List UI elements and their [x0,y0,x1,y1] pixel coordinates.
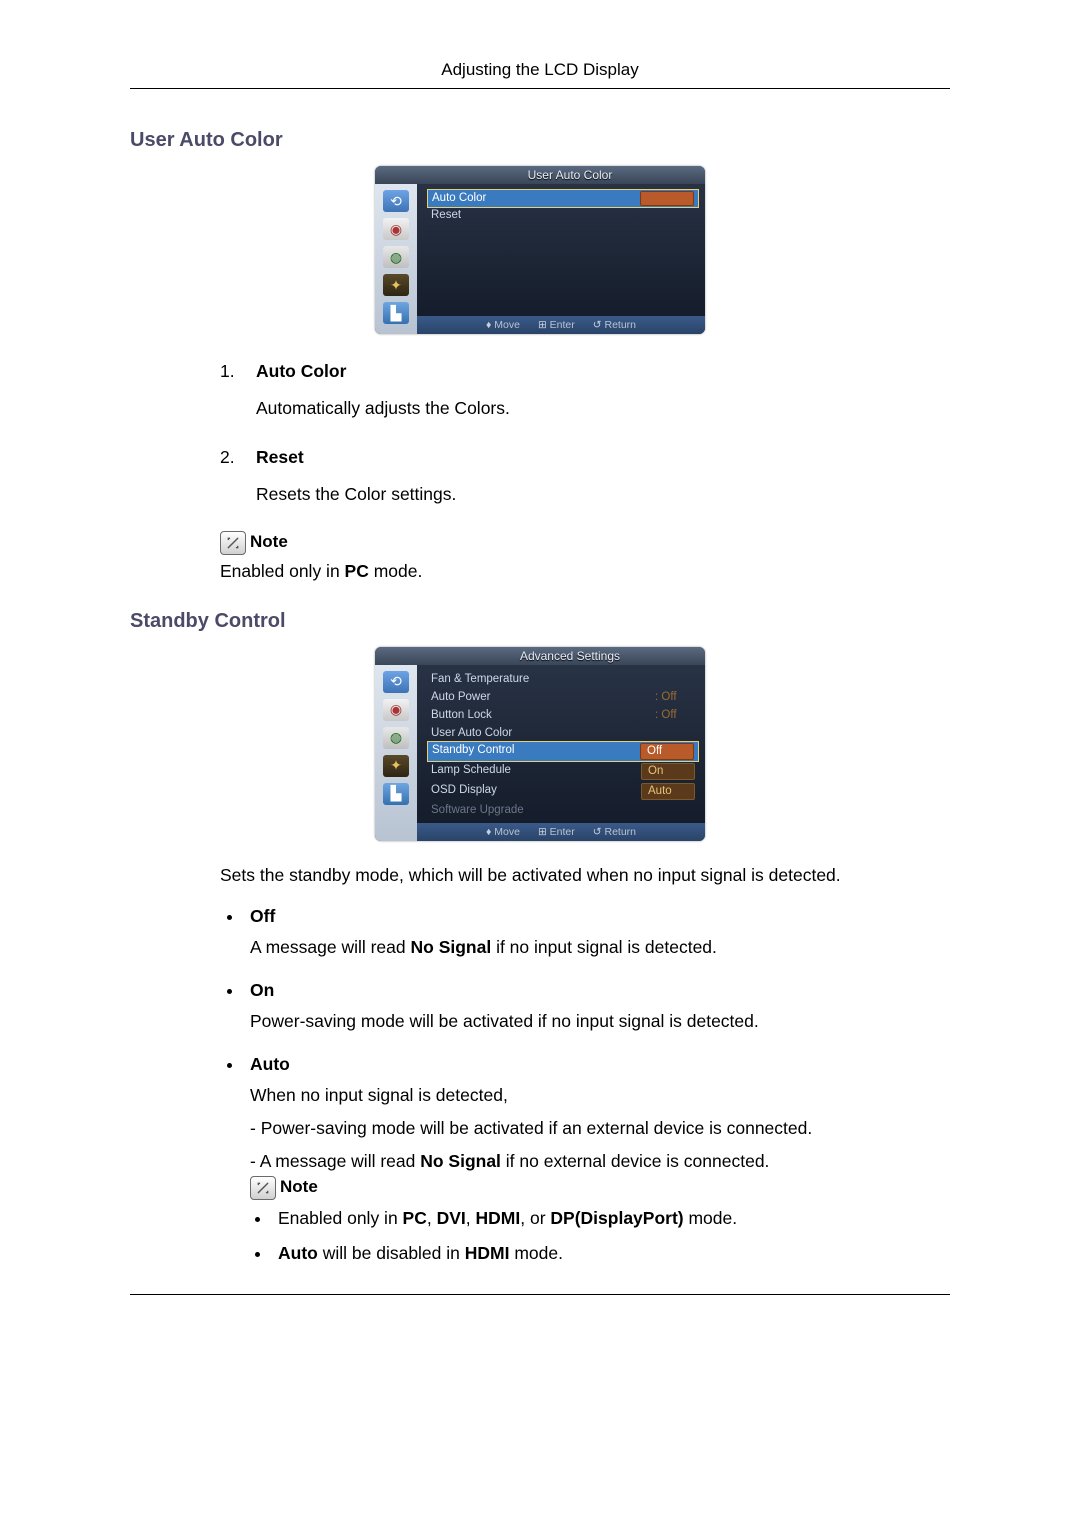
osd-navbar: ♦ Move ⊞ Enter ↺ Return [417,823,705,841]
osd-row-fan: Fan & Temperature [431,671,695,689]
note-icon [220,531,246,555]
enter-hint: ⊞ Enter [538,319,575,331]
item-desc: When no input signal is detected, [250,1085,950,1106]
inner-bullet-list: Enabled only in PC, DVI, HDMI, or DP(Dis… [250,1208,950,1264]
osd-navbar: ♦ Move ⊞ Enter ↺ Return [417,316,705,334]
list-item-off: Off A message will read No Signal if no … [244,906,950,958]
osd-row-standby: Standby ControlOff [427,741,699,762]
osd-row-autopower: Auto Power: Off [431,688,695,706]
osd-item-label: Reset [431,208,461,223]
item-desc: Automatically adjusts the Colors. [256,395,950,422]
return-hint: ↺ Return [593,319,636,331]
osd-item-auto-color: Auto Color [427,189,699,208]
osd-icon-column: ⟲ ◉ ◍ ✦ ▙ [375,665,417,842]
section-title-user-auto-color: User Auto Color [130,129,950,152]
note-item: Enabled only in PC, DVI, HDMI, or DP(Dis… [272,1208,950,1229]
note-label: Note [250,532,288,554]
osd-screenshot-advanced-settings: Advanced Settings ⟲ ◉ ◍ ✦ ▙ Fan & Temper… [130,647,950,842]
list-item-auto: Auto When no input signal is detected, -… [244,1054,950,1264]
item-desc: - Power-saving mode will be activated if… [250,1118,950,1139]
list-item: Auto Color Automatically adjusts the Col… [220,358,950,422]
picture-icon: ◉ [383,218,409,240]
list-item-on: On Power-saving mode will be activated i… [244,980,950,1032]
item-title: On [250,980,950,1001]
osd-row-userautocolor: User Auto Color [431,724,695,742]
osd-row-buttonlock: Button Lock: Off [431,706,695,724]
page-header: Adjusting the LCD Display [130,60,950,89]
note-text: Enabled only in PC mode. [220,561,950,582]
osd-title: User Auto Color [375,166,705,184]
osd-row-swupgrade: Software Upgrade [431,801,695,819]
osd-row-lamp: Lamp ScheduleOn [431,761,695,781]
item-title: Off [250,906,950,927]
move-hint: ♦ Move [486,319,520,331]
sound-icon: ◍ [383,727,409,749]
note-icon [250,1176,276,1200]
osd-icon-column: ⟲ ◉ ◍ ✦ ▙ [375,184,417,334]
setup-icon: ✦ [383,755,409,777]
page: Adjusting the LCD Display User Auto Colo… [0,0,1080,1355]
numbered-list: Auto Color Automatically adjusts the Col… [220,358,950,509]
note-block: Note [220,531,950,555]
footer-rule [130,1294,950,1295]
note-block: Note [250,1176,950,1200]
standby-intro: Sets the standby mode, which will be act… [220,865,950,886]
item-title-auto-color: Auto Color [256,358,950,385]
osd-row-osddisplay: OSD DisplayAuto [431,781,695,801]
picture-icon: ◉ [383,699,409,721]
return-hint: ↺ Return [593,826,636,838]
item-desc: Power-saving mode will be activated if n… [250,1011,950,1032]
note-label: Note [280,1177,318,1199]
item-desc: A message will read No Signal if no inpu… [250,937,950,958]
setup-icon: ✦ [383,274,409,296]
item-desc: Resets the Color settings. [256,481,950,508]
multi-icon: ▙ [383,302,409,324]
list-item: Reset Resets the Color settings. [220,444,950,508]
section-title-standby-control: Standby Control [130,610,950,633]
move-hint: ♦ Move [486,826,520,838]
osd-item-label: Auto Color [432,191,486,206]
input-icon: ⟲ [383,671,409,693]
multi-icon: ▙ [383,783,409,805]
osd-title: Advanced Settings [375,647,705,665]
note-item: Auto will be disabled in HDMI mode. [272,1243,950,1264]
osd-item-reset: Reset [431,207,695,225]
item-title-reset: Reset [256,444,950,471]
sound-icon: ◍ [383,246,409,268]
item-title: Auto [250,1054,950,1075]
enter-hint: ⊞ Enter [538,826,575,838]
input-icon: ⟲ [383,190,409,212]
osd-screenshot-user-auto-color: User Auto Color ⟲ ◉ ◍ ✦ ▙ Auto Color R [130,166,950,334]
bullet-list: Off A message will read No Signal if no … [130,906,950,1264]
item-desc: - A message will read No Signal if no ex… [250,1151,950,1172]
